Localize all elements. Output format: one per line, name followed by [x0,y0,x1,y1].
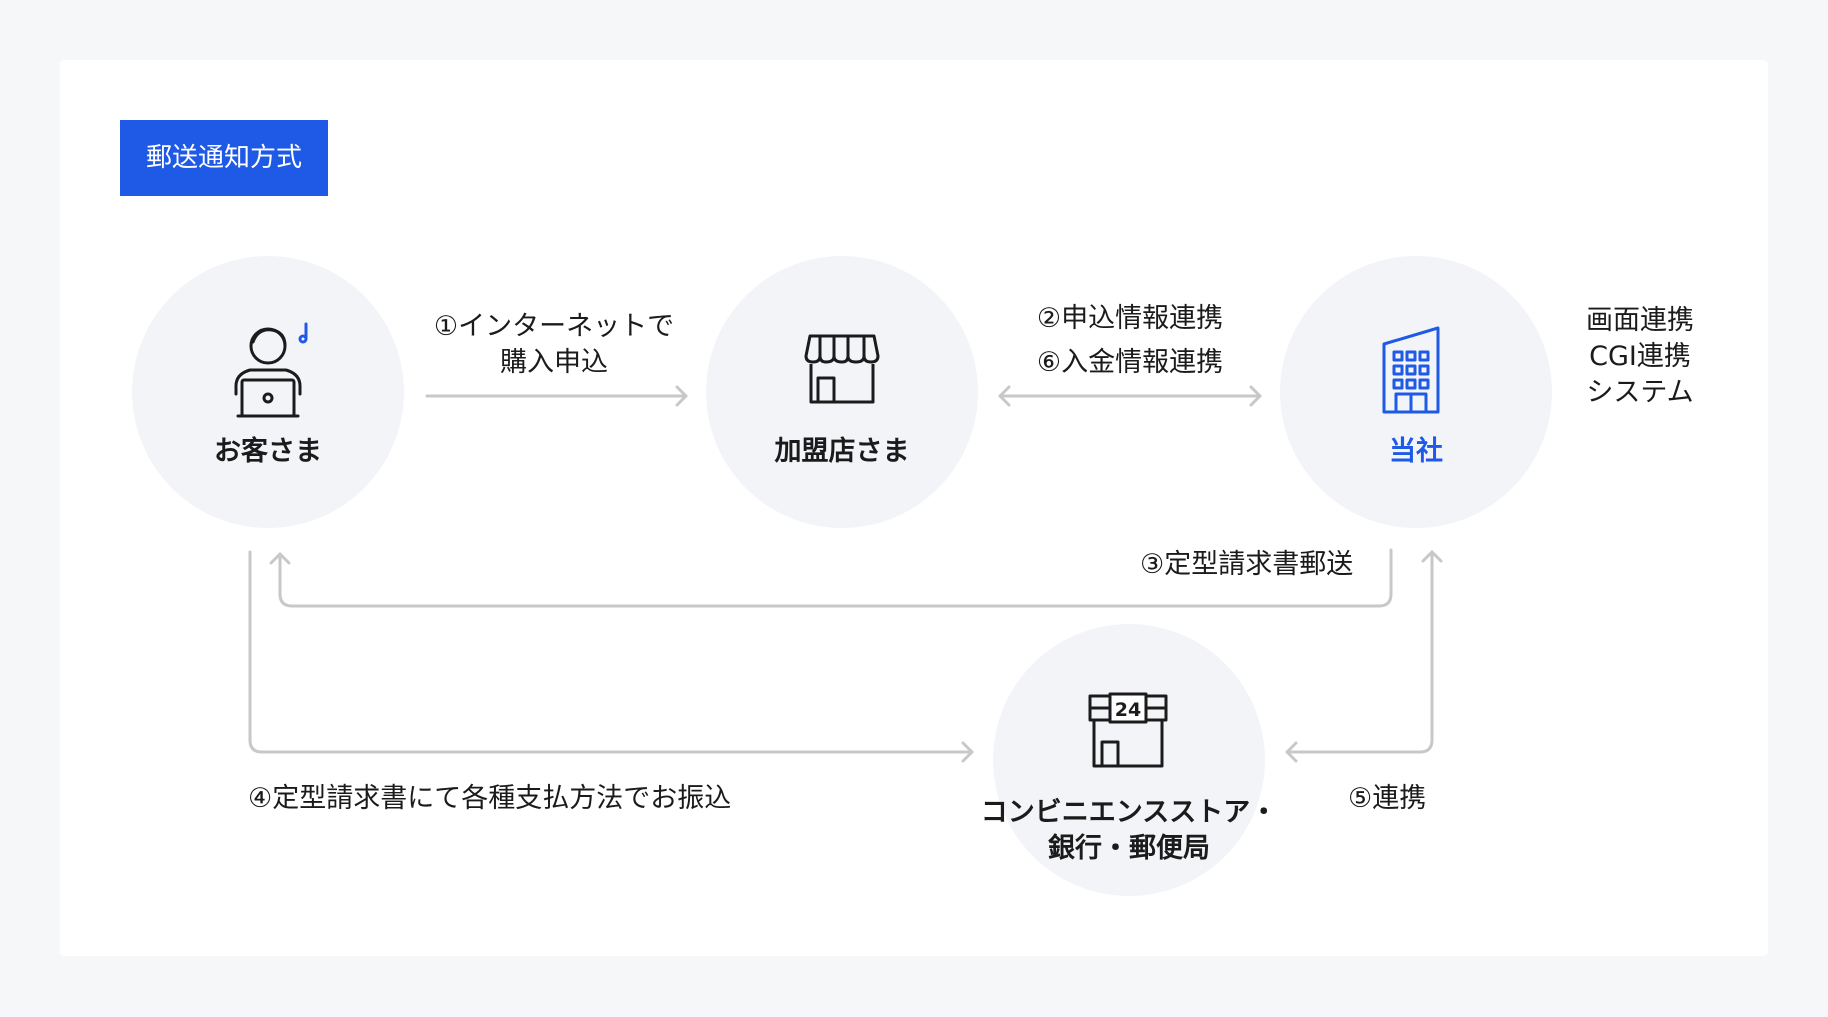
convenience-store-icon: 24 [1088,692,1168,768]
system-label-line-2: CGI連携 [1589,341,1691,372]
customer-operator-icon [234,322,308,418]
connector-lines [248,385,1443,763]
step1-label-line-1: ①インターネットで [433,311,675,342]
store-label-line-1: コンビニエンスストア・ [980,797,1278,828]
step2-label: ②申込情報連携 [1036,303,1224,334]
building-icon [1382,326,1440,414]
arrow-customer-to-store [248,550,974,754]
step3-label: ③定型請求書郵送 [1140,549,1354,580]
store-hours-number: 24 [1115,699,1141,721]
shop-icon [804,334,880,404]
system-label-line-3: システム [1586,377,1694,408]
step5-label: ⑤連携 [1348,783,1427,814]
customer-label: お客さま [214,436,322,467]
merchant-label: 加盟店さま [774,436,910,467]
step1-label-line-2: 購入申込 [500,347,608,378]
company-label: 当社 [1389,436,1443,467]
step4-label: ④定型請求書にて各種支払方法でお振込 [248,783,732,814]
system-label-line-1: 画面連携 [1586,305,1694,336]
step6-label: ⑥入金情報連携 [1036,347,1224,378]
store-label-line-2: 銀行・郵便局 [1048,833,1210,864]
